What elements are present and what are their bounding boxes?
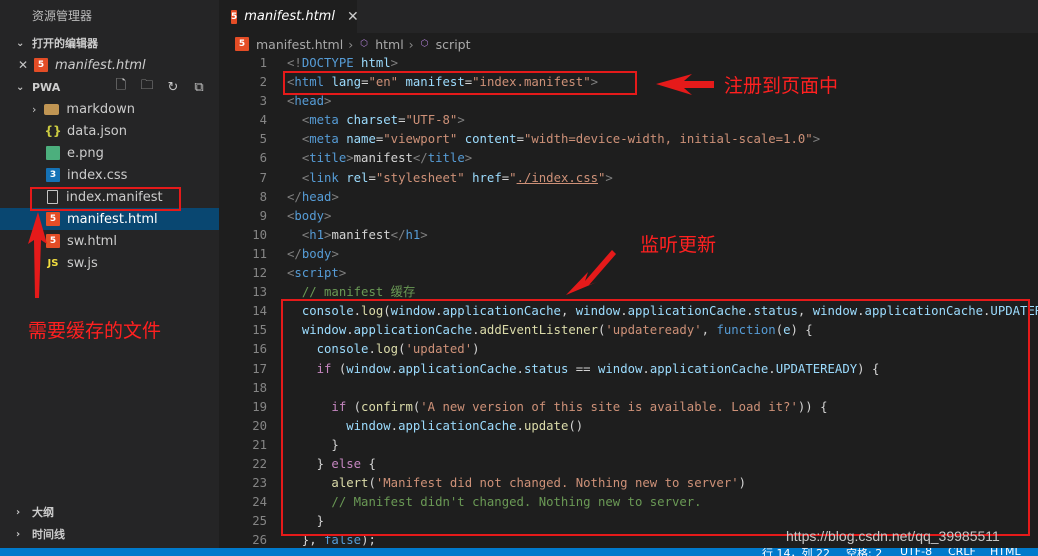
tree-item-e-png[interactable]: e.png: [0, 142, 219, 164]
tree-item-sw-html[interactable]: 5 sw.html: [0, 230, 219, 252]
highlight-box-index-manifest: [30, 187, 181, 211]
breadcrumb-item[interactable]: html: [375, 37, 403, 52]
line-number: 1: [259, 56, 267, 70]
status-language[interactable]: HTML: [990, 548, 1021, 556]
editor-tab-bar: 5 manifest.html ✕: [219, 0, 1038, 33]
status-encoding[interactable]: UTF-8: [900, 548, 932, 556]
line-number: 3: [259, 94, 267, 109]
line-number: 23: [252, 476, 267, 491]
highlight-box-update-listener: [281, 299, 1030, 536]
tree-item-markdown[interactable]: › markdown: [0, 98, 219, 120]
line-number: 2: [259, 75, 267, 90]
open-editor-item-manifest-html[interactable]: ✕ 5 manifest.html: [0, 54, 219, 76]
line-number: 22: [252, 456, 267, 471]
breadcrumb-item[interactable]: manifest.html: [256, 37, 343, 52]
symbol-element-icon: ⬡: [420, 39, 429, 49]
tree-item-index-css[interactable]: 3 index.css: [0, 164, 219, 186]
html5-icon: 5: [231, 9, 238, 24]
status-cursor-position[interactable]: 行 14，列 22: [762, 548, 830, 556]
timeline-header[interactable]: › 时间线: [0, 524, 219, 544]
explorer-sidebar: 资源管理器 ⌄ 打开的编辑器 ✕ 5 manifest.html ⌄ PWA 🗋…: [0, 0, 219, 556]
tree-item-sw-js[interactable]: JS sw.js: [0, 252, 219, 274]
line-number: 5: [259, 132, 267, 147]
chevron-right-icon: ›: [16, 528, 21, 540]
line-number: 12: [252, 266, 267, 281]
tree-item-manifest-html[interactable]: 5 manifest.html: [0, 208, 219, 230]
line-number: 4: [259, 113, 267, 128]
line-number: 18: [252, 380, 267, 395]
html5-icon: 5: [46, 234, 60, 248]
close-icon[interactable]: ✕: [0, 58, 28, 72]
chevron-down-icon: ⌄: [16, 37, 25, 49]
symbol-element-icon: ⬡: [360, 39, 369, 49]
line-number-gutter: 1 2 3 4 5 6 7 8 9 10 11 12 13 14 15 16 17 18 19 20 21 22 23 24 2…: [219, 54, 267, 550]
html5-icon: 5: [46, 212, 60, 226]
annotation-register: 注册到页面中: [724, 75, 839, 97]
html5-icon: 5: [34, 58, 48, 72]
annotation-listen-update: 监听更新: [640, 234, 717, 256]
code-line[interactable]: </head>: [287, 188, 1038, 207]
line-number: 10: [252, 227, 267, 242]
status-eol[interactable]: CRLF: [948, 548, 976, 556]
json-icon: {}: [44, 124, 62, 138]
chevron-down-icon: ⌄: [16, 81, 25, 93]
watermark: https://blog.csdn.net/qq_39985511: [786, 528, 1000, 544]
annotation-cache-files: 需要缓存的文件: [28, 320, 162, 342]
explorer-actions: 🗋 🗀 ↻ ⧉: [113, 78, 207, 95]
image-icon: [46, 146, 60, 160]
code-line[interactable]: <link rel="stylesheet" href="./index.css…: [287, 169, 1038, 188]
line-number: 11: [252, 246, 267, 261]
close-icon[interactable]: ✕: [347, 9, 359, 25]
code-line[interactable]: <head>: [287, 92, 1038, 111]
line-number: 14: [252, 304, 267, 319]
explorer-title: 资源管理器: [32, 9, 93, 23]
tab-manifest-html[interactable]: 5 manifest.html ✕: [219, 0, 359, 33]
line-number: 21: [252, 437, 267, 452]
breadcrumb-item[interactable]: script: [436, 37, 471, 52]
breadcrumb: 5 manifest.html › ⬡ html › ⬡ script: [235, 33, 471, 55]
line-number: 24: [252, 495, 267, 510]
chevron-right-icon: ›: [408, 36, 414, 52]
collapse-all-icon[interactable]: ⧉: [191, 79, 207, 95]
css3-icon: 3: [46, 168, 60, 182]
status-bar: 行 14，列 22 空格: 2 UTF-8 CRLF HTML: [0, 548, 1038, 556]
code-line[interactable]: <meta name="viewport" content="width=dev…: [287, 130, 1038, 149]
chevron-right-icon: ›: [348, 36, 354, 52]
chevron-right-icon: ›: [16, 506, 21, 518]
line-number: 15: [252, 323, 267, 338]
new-folder-icon[interactable]: 🗀: [139, 78, 155, 95]
line-number: 17: [252, 361, 267, 376]
tree-item-data-json[interactable]: {} data.json: [0, 120, 219, 142]
line-number: 16: [252, 342, 267, 357]
code-line[interactable]: <body>: [287, 207, 1038, 226]
outline-header[interactable]: › 大纲: [0, 502, 219, 522]
js-icon: JS: [47, 257, 59, 269]
line-number: 7: [259, 170, 267, 185]
line-number: 6: [259, 151, 267, 166]
html5-icon: 5: [235, 37, 249, 51]
refresh-icon[interactable]: ↻: [165, 79, 181, 95]
code-line[interactable]: <title>manifest</title>: [287, 149, 1038, 168]
new-file-icon[interactable]: 🗋: [113, 78, 129, 95]
open-editors-header[interactable]: ⌄ 打开的编辑器: [0, 33, 219, 53]
line-number: 20: [252, 418, 267, 433]
line-number: 9: [259, 208, 267, 223]
line-number: 13: [252, 285, 267, 300]
line-number: 19: [252, 399, 267, 414]
folder-icon: [44, 103, 60, 115]
code-line[interactable]: <script>: [287, 264, 1038, 283]
status-indentation[interactable]: 空格: 2: [846, 548, 882, 556]
line-number: 25: [252, 514, 267, 529]
chevron-right-icon: ›: [32, 102, 37, 116]
code-line[interactable]: <meta charset="UTF-8">: [287, 111, 1038, 130]
highlight-box-html-manifest: [283, 71, 637, 95]
line-number: 8: [259, 189, 267, 204]
